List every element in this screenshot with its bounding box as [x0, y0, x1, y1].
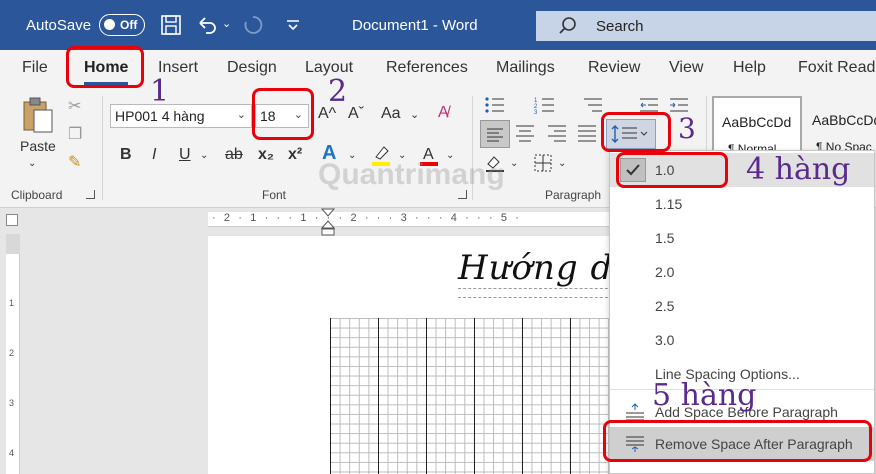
paste-label[interactable]: Paste — [20, 138, 56, 154]
search-placeholder: Search — [596, 18, 644, 35]
svg-text:2: 2 — [9, 348, 14, 358]
clipboard-group-label: Clipboard — [11, 188, 63, 202]
chevron-down-icon[interactable]: ⌄ — [200, 150, 208, 161]
tab-foxit[interactable]: Foxit Read — [798, 59, 875, 77]
bullets-icon[interactable] — [484, 96, 506, 114]
highlight-option-1-0 — [616, 152, 728, 188]
document-title: Document1 - Word — [352, 17, 478, 34]
superscript-button[interactable]: x² — [288, 146, 302, 164]
chevron-down-icon: ⌄ — [236, 109, 246, 121]
paste-icon[interactable] — [20, 96, 56, 136]
indent-marker-icon[interactable] — [321, 208, 335, 238]
font-name-value: HP001 4 hàng — [115, 108, 205, 124]
spacing-option-label: 2.5 — [655, 298, 675, 314]
watermark-logo: Quantrimang — [318, 158, 505, 191]
chevron-down-icon[interactable]: ⌄ — [410, 108, 419, 121]
shrink-font-button[interactable]: Aˇ — [348, 105, 364, 123]
chevron-down-icon[interactable]: ⌄ — [558, 158, 566, 169]
highlight-remove-space-after — [603, 420, 872, 462]
font-group-label: Font — [262, 188, 287, 202]
align-center-icon[interactable] — [514, 124, 536, 142]
group-divider — [102, 96, 103, 200]
autosave-state: Off — [120, 18, 138, 32]
autosave-label: AutoSave — [26, 17, 92, 34]
svg-text:3: 3 — [534, 110, 538, 114]
undo-dropdown-icon[interactable]: ⌄ — [222, 17, 231, 30]
paragraph-group-label: Paragraph — [545, 188, 602, 202]
spacing-option-2-5[interactable]: 2.5 — [610, 289, 874, 323]
handwriting-grid — [330, 318, 610, 474]
svg-text:4: 4 — [9, 448, 14, 458]
save-icon[interactable] — [160, 14, 182, 36]
step-2-label: 2 — [328, 74, 348, 109]
vertical-ruler-ticks: 1 2 3 4 — [6, 234, 20, 458]
tab-help[interactable]: Help — [733, 59, 766, 77]
step-4-label: 4 hàng — [746, 152, 851, 187]
highlight-font-size — [252, 88, 314, 140]
spacing-option-label: 1.15 — [655, 196, 683, 212]
bold-button[interactable]: B — [120, 146, 132, 164]
spacing-option-label: 3.0 — [655, 332, 675, 348]
step-3-label: 3 — [678, 112, 696, 145]
ruler-ticks: · 2 · 1 · · · 1 · · · 2 · · · 3 · · · 4 … — [212, 212, 522, 224]
horizontal-ruler[interactable]: · 2 · 1 · · · 1 · · · 2 · · · 3 · · · 4 … — [208, 212, 628, 227]
spacing-option-label: 1.5 — [655, 230, 675, 246]
cut-icon[interactable]: ✂ — [68, 96, 81, 116]
vertical-ruler[interactable]: 1 2 3 4 — [6, 234, 20, 474]
undo-icon[interactable] — [196, 14, 218, 36]
format-painter-icon[interactable]: ✎ — [68, 152, 81, 172]
tab-mailings[interactable]: Mailings — [496, 59, 555, 77]
search-icon — [559, 17, 576, 34]
tab-selector[interactable] — [6, 214, 18, 226]
highlight-line-spacing — [601, 112, 671, 152]
paste-dropdown-icon[interactable]: ⌄ — [28, 158, 36, 169]
handwriting-baseline — [458, 288, 618, 298]
tab-review[interactable]: Review — [588, 59, 640, 77]
style-no-spacing[interactable]: AaBbCcDd ¶ No Spac — [806, 96, 876, 156]
search-box[interactable]: Search — [536, 11, 876, 41]
clipboard-launcher-icon[interactable] — [86, 190, 95, 199]
multilevel-list-icon[interactable] — [582, 96, 604, 114]
spacing-option-1-5[interactable]: 1.5 — [610, 221, 874, 255]
style-nospacing-preview: AaBbCcDd — [812, 112, 876, 128]
svg-text:3: 3 — [9, 398, 14, 408]
borders-icon[interactable] — [532, 154, 554, 172]
strikethrough-button[interactable]: ab — [225, 146, 243, 164]
svg-text:1: 1 — [9, 298, 14, 308]
autosave-toggle[interactable]: Off — [99, 14, 145, 36]
spacing-option-1-15[interactable]: 1.15 — [610, 187, 874, 221]
title-bar: AutoSave Off ⌄ Document1 - Word Search — [0, 0, 876, 50]
align-right-icon[interactable] — [546, 124, 568, 142]
spacing-option-3-0[interactable]: 3.0 — [610, 323, 874, 357]
align-left-button[interactable] — [480, 120, 510, 148]
change-case-button[interactable]: Aa — [381, 105, 401, 123]
tab-references[interactable]: References — [386, 59, 468, 77]
align-left-icon — [487, 128, 503, 142]
font-name-combo[interactable]: HP001 4 hàng ⌄ — [110, 104, 252, 128]
highlight-home-tab — [66, 46, 144, 88]
italic-button[interactable]: I — [152, 146, 156, 164]
underline-button[interactable]: U — [179, 146, 191, 164]
chevron-down-icon[interactable]: ⌄ — [510, 158, 518, 169]
clear-formatting-icon[interactable]: A̸ — [438, 104, 449, 122]
redo-icon[interactable] — [242, 14, 264, 36]
subscript-button[interactable]: x₂ — [258, 146, 274, 164]
customize-toolbar-icon[interactable] — [282, 14, 304, 36]
tab-design[interactable]: Design — [227, 59, 277, 77]
step-1-label: 1 — [150, 74, 170, 109]
spacing-option-2-0[interactable]: 2.0 — [610, 255, 874, 289]
spacing-option-label: 2.0 — [655, 264, 675, 280]
tab-view[interactable]: View — [669, 59, 703, 77]
add-space-before-icon — [626, 403, 644, 421]
copy-icon[interactable]: ❐ — [68, 124, 82, 144]
tab-file[interactable]: File — [22, 59, 48, 77]
numbering-icon[interactable]: 123 — [534, 96, 556, 114]
justify-icon[interactable] — [576, 124, 598, 142]
style-normal[interactable]: AaBbCcDd ¶ Normal — [712, 96, 802, 156]
style-normal-preview: AaBbCcDd — [722, 114, 792, 130]
toggle-knob — [104, 19, 115, 30]
step-5-label: 5 hàng — [652, 378, 757, 413]
